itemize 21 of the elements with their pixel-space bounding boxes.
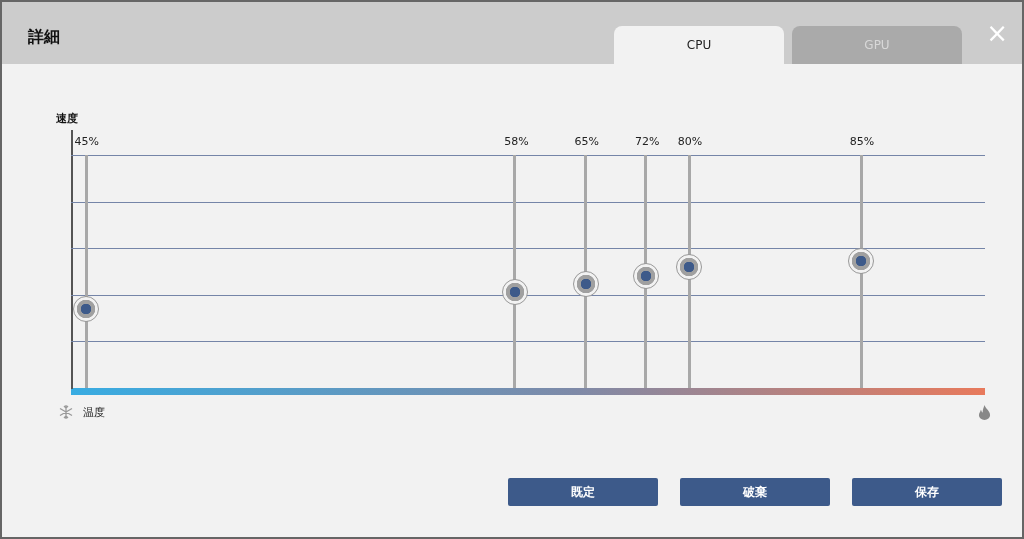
point-label: 72%	[634, 135, 660, 148]
slider-handle[interactable]	[572, 270, 599, 297]
point-label: 80%	[677, 135, 703, 148]
slider-handle[interactable]	[502, 279, 529, 306]
flame-icon	[978, 404, 991, 420]
slider-track[interactable]	[72, 155, 99, 388]
slider-handle[interactable]	[847, 248, 874, 275]
point-label: 85%	[849, 135, 875, 148]
action-button[interactable]: 破棄	[680, 478, 830, 506]
tab[interactable]: CPU	[614, 26, 784, 64]
action-button[interactable]: 保存	[852, 478, 1002, 506]
point-label: 65%	[574, 135, 600, 148]
axis-label: 温度	[83, 404, 105, 420]
point-label: 45%	[74, 135, 100, 148]
point-label: 58%	[504, 135, 529, 148]
slider-handle[interactable]	[632, 262, 659, 289]
window-title: 詳細	[28, 27, 60, 48]
slider-handle[interactable]	[675, 254, 702, 281]
axis-label: 速度	[56, 111, 78, 126]
action-button[interactable]: 既定	[508, 478, 658, 506]
snowflake-icon	[58, 404, 74, 420]
